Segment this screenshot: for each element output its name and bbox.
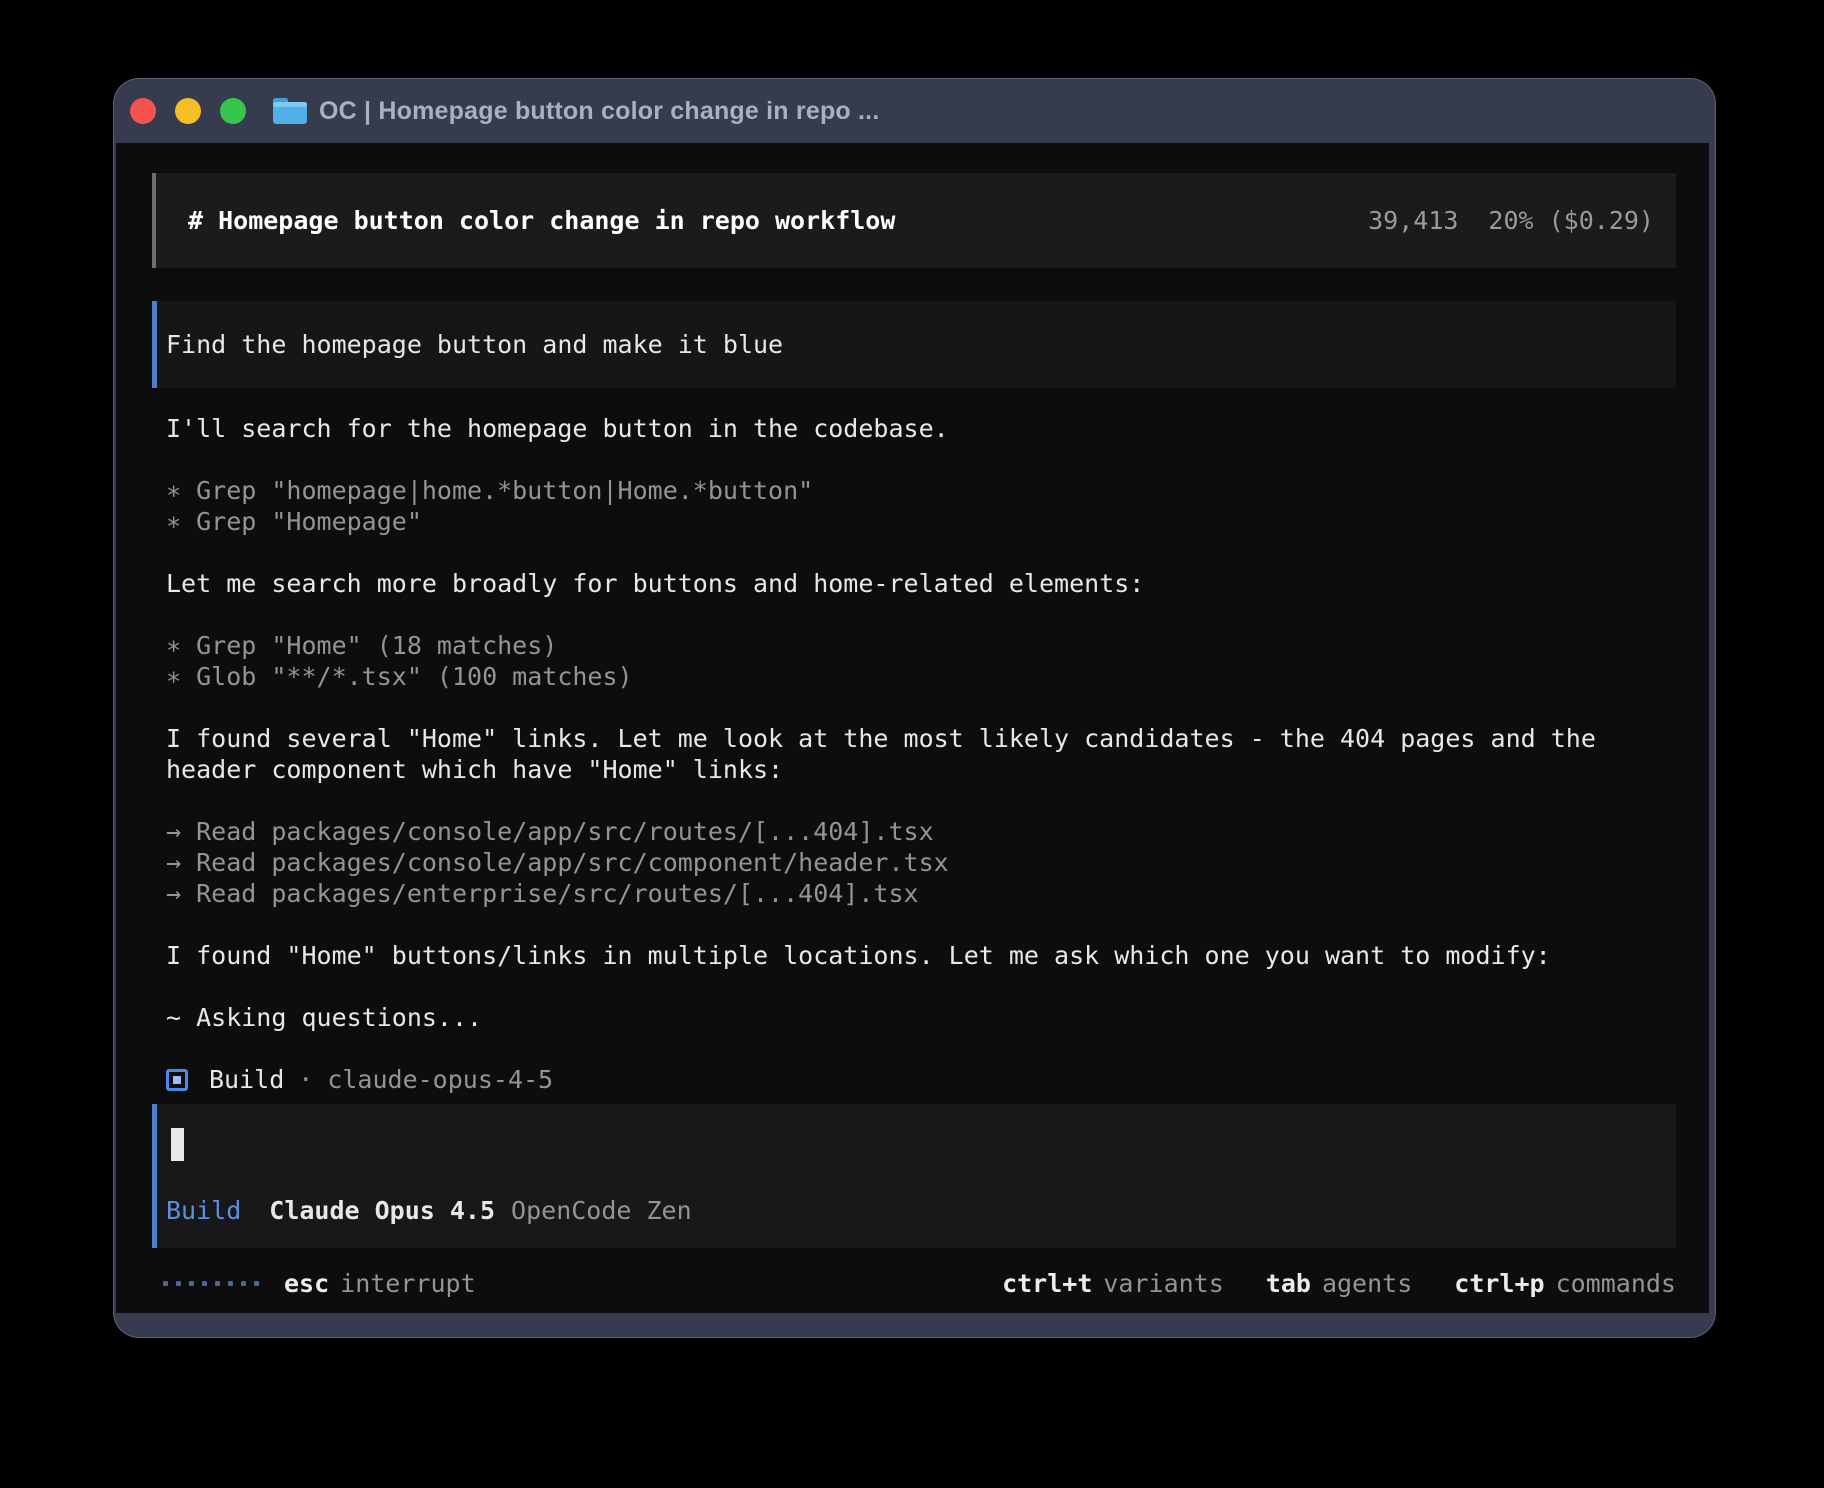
titlebar: OC | Homepage button color change in rep… xyxy=(114,79,1715,143)
statusbar-right: ctrl+t variants tab agents ctrl+p comman… xyxy=(1002,1268,1676,1299)
input-model-label[interactable]: Claude Opus 4.5 xyxy=(269,1195,495,1226)
session-stats: 39,413 20% ($0.29) xyxy=(1368,206,1654,235)
close-button[interactable] xyxy=(130,98,156,124)
agent-status-row: Build · claude-opus-4-5 xyxy=(152,1064,1676,1095)
terminal-content: # Homepage button color change in repo w… xyxy=(116,143,1709,1313)
assistant-status: ~ Asking questions... xyxy=(152,1002,1676,1033)
tool-call-grep: ∗ Grep "homepage|home.*button|Home.*butt… xyxy=(166,475,1676,506)
spinner-dots xyxy=(163,1281,259,1286)
traffic-lights xyxy=(130,98,246,124)
tool-call-glob: ∗ Glob "**/*.tsx" (100 matches) xyxy=(166,661,1676,692)
conversation-area: # Homepage button color change in repo w… xyxy=(116,143,1709,1248)
token-count: 39,413 xyxy=(1368,206,1458,235)
statusbar: esc interrupt ctrl+t variants tab agents… xyxy=(116,1268,1709,1313)
prompt-input[interactable]: Build Claude Opus 4.5 OpenCode Zen xyxy=(152,1104,1676,1248)
tool-call-group: → Read packages/console/app/src/routes/[… xyxy=(152,816,1676,909)
terminal-window: OC | Homepage button color change in rep… xyxy=(113,78,1716,1338)
build-agent-icon xyxy=(166,1069,188,1091)
folder-icon xyxy=(273,97,307,125)
keybind-key: ctrl+p xyxy=(1454,1268,1544,1299)
input-provider-label: OpenCode Zen xyxy=(511,1195,692,1226)
minimize-button[interactable] xyxy=(175,98,201,124)
zoom-button[interactable] xyxy=(220,98,246,124)
tool-call-read: → Read packages/console/app/src/routes/[… xyxy=(166,816,1676,847)
input-footer: Build Claude Opus 4.5 OpenCode Zen xyxy=(166,1195,1656,1226)
keybind-key: ctrl+t xyxy=(1002,1268,1092,1299)
assistant-paragraph: I found "Home" buttons/links in multiple… xyxy=(152,940,1676,971)
assistant-paragraph: Let me search more broadly for buttons a… xyxy=(152,568,1676,599)
tool-call-grep: ∗ Grep "Home" (18 matches) xyxy=(166,630,1676,661)
user-message: Find the homepage button and make it blu… xyxy=(152,301,1676,388)
assistant-paragraph: I'll search for the homepage button in t… xyxy=(152,413,1676,444)
text-cursor xyxy=(171,1128,184,1161)
keybind-key: tab xyxy=(1266,1268,1311,1299)
statusbar-left: esc interrupt xyxy=(163,1268,476,1299)
context-usage-cost: 20% ($0.29) xyxy=(1488,206,1654,235)
tool-call-group: ∗ Grep "homepage|home.*button|Home.*butt… xyxy=(152,475,1676,537)
user-message-text: Find the homepage button and make it blu… xyxy=(166,330,783,359)
tool-call-read: → Read packages/console/app/src/componen… xyxy=(166,847,1676,878)
agent-name: Build xyxy=(209,1064,284,1095)
agent-model: claude-opus-4-5 xyxy=(327,1064,553,1095)
esc-key-label: interrupt xyxy=(340,1268,475,1299)
assistant-paragraph: I found several "Home" links. Let me loo… xyxy=(152,723,1676,785)
keybind-label: variants xyxy=(1103,1268,1223,1299)
agent-separator: · xyxy=(298,1064,313,1095)
session-title: # Homepage button color change in repo w… xyxy=(188,206,1368,235)
esc-key-hint: esc xyxy=(284,1268,329,1299)
keybind-commands: ctrl+p commands xyxy=(1454,1268,1676,1299)
input-agent-label[interactable]: Build xyxy=(166,1195,241,1226)
session-header: # Homepage button color change in repo w… xyxy=(152,173,1676,268)
tool-call-read: → Read packages/enterprise/src/routes/[.… xyxy=(166,878,1676,909)
keybind-label: agents xyxy=(1322,1268,1412,1299)
desktop: OC | Homepage button color change in rep… xyxy=(0,0,1824,1488)
window-title: OC | Homepage button color change in rep… xyxy=(319,99,879,124)
tool-call-grep: ∗ Grep "Homepage" xyxy=(166,506,1676,537)
keybind-label: commands xyxy=(1556,1268,1676,1299)
keybind-variants: ctrl+t variants xyxy=(1002,1268,1224,1299)
keybind-agents: tab agents xyxy=(1266,1268,1412,1299)
tool-call-group: ∗ Grep "Home" (18 matches) ∗ Glob "**/*.… xyxy=(152,630,1676,692)
